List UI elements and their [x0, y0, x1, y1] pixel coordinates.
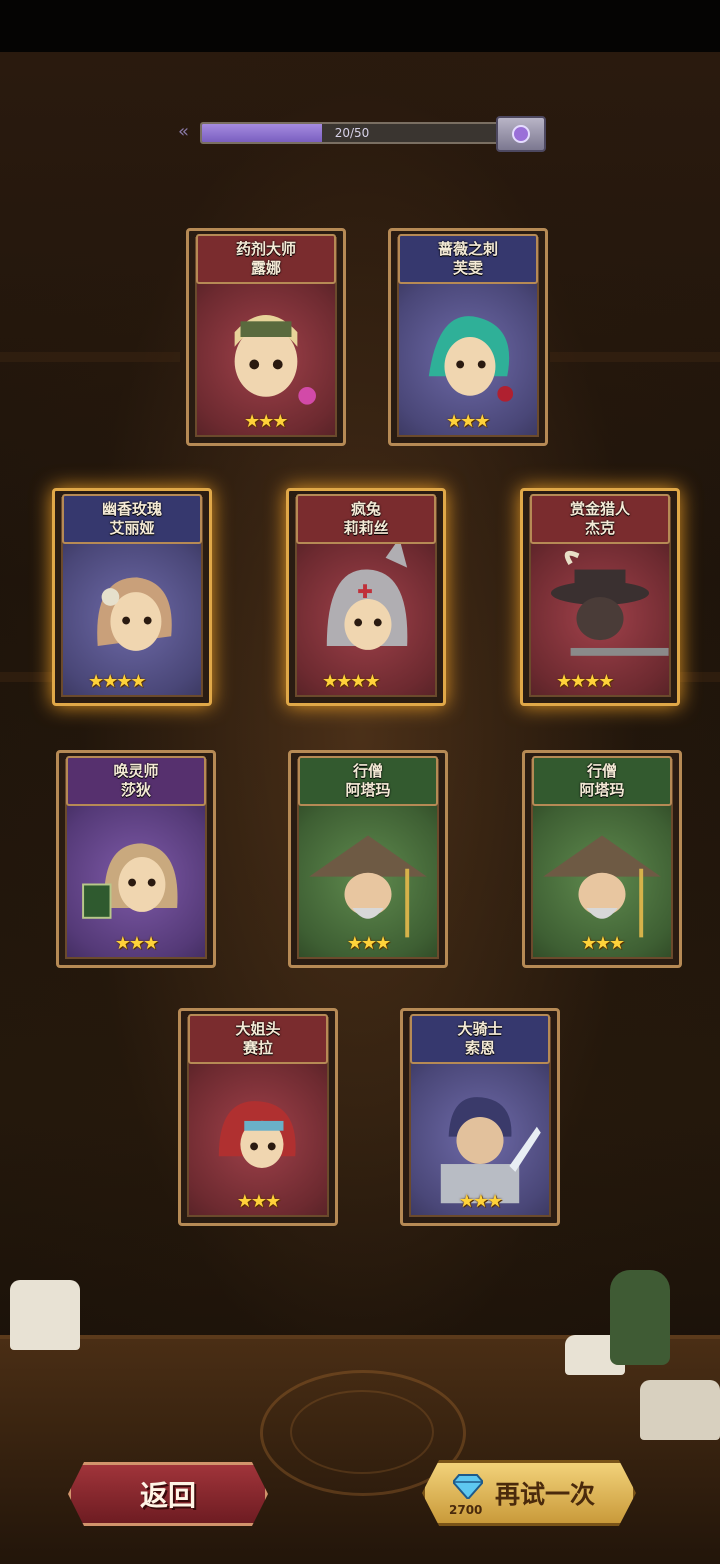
hero-title: 幽香玫瑰 — [101, 500, 162, 518]
candle-decoration-left — [10, 1280, 80, 1350]
reward-chest-icon[interactable] — [496, 116, 546, 152]
hero-name: 杰克 — [584, 519, 615, 537]
status-bar — [0, 0, 720, 52]
hero-card[interactable]: 行僧 阿塔玛 ★★★ — [522, 750, 682, 968]
retry-button[interactable]: 2700 再试一次 — [422, 1460, 636, 1526]
back-button-label: 返回 — [139, 1479, 196, 1512]
hero-card[interactable]: 赏金猎人 杰克 ★★★★ — [520, 488, 680, 706]
progress-track: 20/50 — [200, 122, 504, 144]
hero-card[interactable]: 药剂大师 露娜 ★★★ — [186, 228, 346, 446]
hero-name: 阿塔玛 — [579, 781, 625, 799]
hero-card[interactable]: 行僧 阿塔玛 ★★★ — [288, 750, 448, 968]
hero-title: 疯兔 — [350, 500, 381, 518]
hero-title: 唤灵师 — [113, 762, 159, 780]
barrel-decoration — [640, 1380, 720, 1440]
hero-name: 露娜 — [250, 259, 281, 277]
star-rating: ★★★ — [236, 1191, 281, 1212]
summon-progress: « 20/50 — [178, 116, 546, 152]
hero-card[interactable]: 幽香玫瑰 艾丽娅 ★★★★ — [52, 488, 212, 706]
bottle-decoration — [610, 1270, 670, 1365]
progress-label: 20/50 — [334, 126, 370, 140]
hero-name: 阿塔玛 — [345, 781, 391, 799]
hero-card[interactable]: 大骑士 索恩 ★★★ — [400, 1008, 560, 1226]
hero-card[interactable]: 蔷薇之刺 芙雯 ★★★ — [388, 228, 548, 446]
table-rune-inner — [290, 1390, 434, 1474]
hero-card[interactable]: 疯兔 莉莉丝 ★★★★ — [286, 488, 446, 706]
hero-name: 索恩 — [464, 1039, 495, 1057]
hero-card[interactable]: 唤灵师 莎狄 ★★★ — [56, 750, 216, 968]
hero-title: 赏金猎人 — [569, 500, 630, 518]
diamond-icon — [453, 1474, 483, 1499]
star-rating: ★★★★ — [322, 671, 381, 692]
retry-button-label: 再试一次 — [495, 1480, 596, 1509]
hero-title: 行僧 — [352, 762, 383, 780]
star-rating: ★★★★ — [556, 671, 615, 692]
star-rating: ★★★★ — [88, 671, 147, 692]
star-rating: ★★★ — [244, 411, 288, 432]
star-rating: ★★★ — [346, 933, 391, 954]
hero-title: 行僧 — [586, 762, 617, 780]
retry-cost: 2700 — [449, 1503, 483, 1517]
hero-name: 芙雯 — [452, 259, 483, 277]
back-button[interactable]: 返回 — [68, 1462, 268, 1526]
star-rating: ★★★ — [446, 411, 490, 432]
star-rating: ★★★ — [114, 933, 159, 954]
chevron-left-icon: « — [178, 121, 190, 142]
hero-name: 艾丽娅 — [109, 519, 155, 537]
hero-title: 蔷薇之刺 — [437, 240, 498, 258]
star-rating: ★★★ — [458, 1191, 503, 1212]
hero-card[interactable]: 大姐头 赛拉 ★★★ — [178, 1008, 338, 1226]
hero-name: 赛拉 — [242, 1039, 273, 1057]
star-rating: ★★★ — [580, 933, 625, 954]
hero-name: 莎狄 — [120, 781, 151, 799]
hero-title: 药剂大师 — [235, 240, 296, 258]
hero-title: 大骑士 — [457, 1020, 503, 1038]
gem-icon — [512, 125, 530, 143]
hero-name: 莉莉丝 — [343, 519, 389, 537]
hero-title: 大姐头 — [235, 1020, 281, 1038]
